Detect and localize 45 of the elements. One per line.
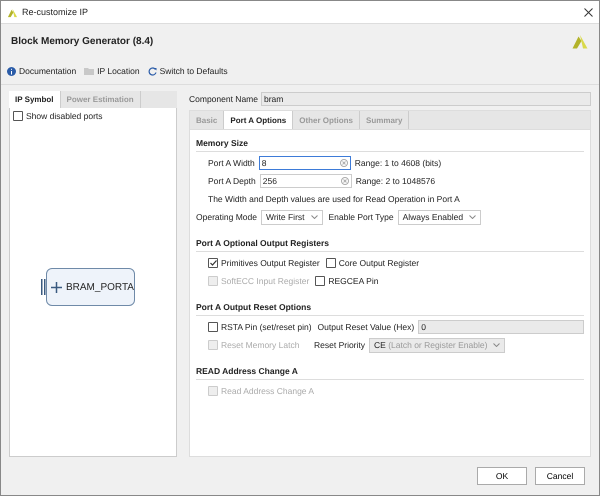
section-title: Port A Optional Output Registers xyxy=(196,234,584,252)
select-label: Enable Port Type xyxy=(328,212,394,222)
section-title: Port A Output Reset Options xyxy=(196,298,584,316)
tab[interactable]: Port A Options xyxy=(224,111,294,129)
caret-icon xyxy=(310,215,318,219)
toolbar-button[interactable]: IP Location xyxy=(84,66,140,76)
input-field[interactable]: bram xyxy=(260,92,591,106)
range-hint: Range: 2 to 1048576 xyxy=(356,176,436,186)
toolbar-button[interactable]: Documentation xyxy=(7,66,76,76)
plus-icon[interactable] xyxy=(51,282,62,292)
dialog-button[interactable]: OK xyxy=(477,467,527,485)
range-hint: Range: 1 to 4608 (bits) xyxy=(354,158,442,168)
port-bus-icon xyxy=(41,279,46,295)
checkbox[interactable]: RSTA Pin (set/reset pin) xyxy=(208,322,312,332)
caret-icon xyxy=(469,215,476,219)
select-label: Operating Mode xyxy=(196,212,257,222)
checkbox[interactable]: Primitives Output Register xyxy=(208,258,320,268)
input-field[interactable]: 256 xyxy=(260,174,352,188)
note-text: The Width and Depth values are used for Read Operation in Port A xyxy=(208,194,460,204)
toolbar-button[interactable]: Switch to Defaults xyxy=(148,66,228,76)
checkbox[interactable]: REGCEA Pin xyxy=(315,276,378,286)
window-title: Re-customize IP xyxy=(22,7,90,17)
dropdown[interactable]: Write First xyxy=(260,210,323,224)
tab[interactable]: IP Symbol xyxy=(9,91,61,108)
check-icon xyxy=(210,260,216,266)
app-logo xyxy=(7,6,18,18)
checkbox[interactable]: Core Output Register xyxy=(326,258,420,268)
folder-icon xyxy=(84,67,94,75)
section-title: Memory Size xyxy=(196,134,584,152)
field-label: Component Name xyxy=(189,94,258,104)
field-label: Port A Width xyxy=(208,158,255,168)
section-title: READ Address Change A xyxy=(196,362,584,380)
header-title: Block Memory Generator (8.4) xyxy=(11,36,154,46)
input-field[interactable]: 8 xyxy=(258,156,351,170)
select-label: Reset Priority xyxy=(314,340,366,350)
port-label: BRAM_PORTA xyxy=(66,282,134,292)
close-icon[interactable] xyxy=(584,8,593,16)
caret-icon xyxy=(493,343,500,347)
dialog-button[interactable]: Cancel xyxy=(535,467,585,485)
field-label: Output Reset Value (Hex) xyxy=(318,322,414,332)
refresh-icon xyxy=(148,66,157,76)
checkbox[interactable]: Show disabled ports xyxy=(13,111,173,121)
info-icon xyxy=(7,66,16,76)
field-label: Port A Depth xyxy=(208,176,256,186)
dropdown[interactable]: Always Enabled xyxy=(398,210,482,224)
